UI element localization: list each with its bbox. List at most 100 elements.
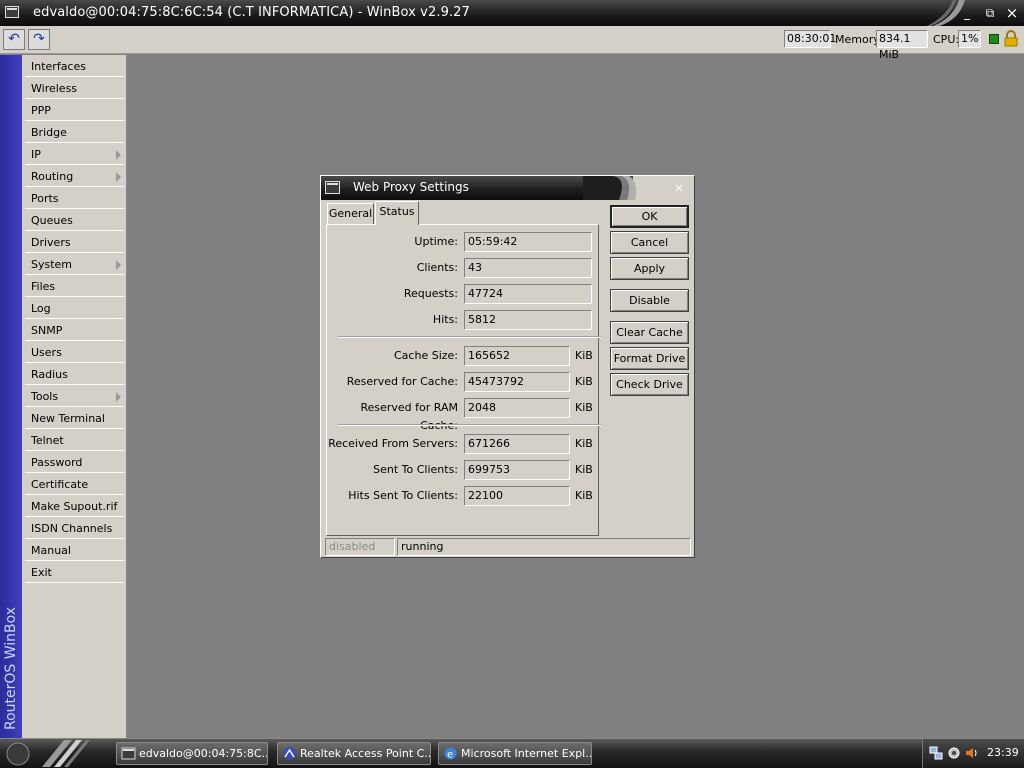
sidebar-item-ppp[interactable]: PPP — [25, 101, 124, 121]
network-connections-icon[interactable] — [929, 746, 943, 760]
hits-sent-label: Hits Sent To Clients: — [348, 489, 458, 502]
sidebar-item-telnet[interactable]: Telnet — [25, 431, 124, 451]
sidebar-item-label: IP — [31, 148, 41, 161]
sidebar-item-make-supout[interactable]: Make Supout.rif — [25, 497, 124, 517]
sidebar-item-label: Tools — [31, 390, 59, 403]
sidebar-item-ip[interactable]: IP — [25, 145, 124, 165]
status-disabled: disabled — [325, 538, 395, 556]
cache-size-field: 165652 — [464, 346, 570, 366]
start-button[interactable] — [2, 740, 94, 767]
clear-cache-button[interactable]: Clear Cache — [610, 321, 689, 344]
sidebar-item-label: Log — [31, 302, 51, 315]
sidebar-item-label: Queues — [31, 214, 73, 227]
sidebar-item-tools[interactable]: Tools — [25, 387, 124, 407]
format-drive-button[interactable]: Format Drive — [610, 347, 689, 370]
received-from-servers-field: 671266 — [464, 434, 570, 454]
winbox-window-icon[interactable] — [5, 6, 19, 18]
sent-to-clients-field: 699753 — [464, 460, 570, 480]
sidebar-item-radius[interactable]: Radius — [25, 365, 124, 385]
ok-button[interactable]: OK — [610, 205, 689, 228]
sidebar-item-users[interactable]: Users — [25, 343, 124, 363]
submenu-arrow-icon — [116, 392, 121, 402]
dialog-swoosh-decoration — [583, 176, 637, 200]
taskbar-item-winbox[interactable]: edvaldo@00:04:75:8C... — [116, 742, 268, 765]
lock-icon — [1004, 30, 1018, 47]
disable-button[interactable]: Disable — [610, 289, 689, 312]
window-titlebar[interactable]: edvaldo@00:04:75:8C:6C:54 (C.T INFORMATI… — [0, 0, 1024, 26]
sidebar-item-label: New Terminal — [31, 412, 105, 425]
sidebar-item-drivers[interactable]: Drivers — [25, 233, 124, 253]
sidebar-item-label: Drivers — [31, 236, 71, 249]
apply-button[interactable]: Apply — [610, 257, 689, 280]
sidebar-item-manual[interactable]: Manual — [25, 541, 124, 561]
check-drive-button[interactable]: Check Drive — [610, 373, 689, 396]
close-window-button[interactable]: × — [1003, 4, 1021, 22]
sidebar-item-new-terminal[interactable]: New Terminal — [25, 409, 124, 429]
volume-icon[interactable] — [965, 746, 979, 760]
clients-field: 43 — [464, 258, 592, 278]
tab-status[interactable]: Status — [375, 201, 419, 225]
separator — [338, 424, 601, 426]
sidebar-item-log[interactable]: Log — [25, 299, 124, 319]
sidebar-item-certificate[interactable]: Certificate — [25, 475, 124, 495]
sidebar-item-queues[interactable]: Queues — [25, 211, 124, 231]
sidebar-item-password[interactable]: Password — [25, 453, 124, 473]
taskbar-item-internet-explorer[interactable]: e Microsoft Internet Expl... — [438, 742, 592, 765]
restore-button[interactable]: ⧉ — [981, 4, 999, 22]
sidebar-item-label: ISDN Channels — [31, 522, 113, 535]
sidebar-item-label: Bridge — [31, 126, 67, 139]
dialog-titlebar[interactable]: Web Proxy Settings × — [321, 176, 694, 200]
taskbar: edvaldo@00:04:75:8C... Realtek Access Po… — [0, 738, 1024, 768]
web-proxy-settings-dialog: Web Proxy Settings × General Status Upti… — [320, 175, 695, 558]
redo-button[interactable]: ↷ — [28, 29, 50, 50]
dialog-window-icon — [325, 181, 340, 194]
status-panel: Uptime: 05:59:42 Clients: 43 Requests: 4… — [326, 224, 601, 536]
separator — [338, 336, 601, 338]
taskbar-item-label: edvaldo@00:04:75:8C... — [139, 747, 268, 760]
sidebar-item-ports[interactable]: Ports — [25, 189, 124, 209]
tab-general[interactable]: General — [327, 203, 374, 224]
settings-tray-icon[interactable] — [947, 746, 961, 760]
memory-value: 834.1 MiB — [876, 30, 928, 61]
sidebar-item-label: Certificate — [31, 478, 89, 491]
sidebar-item-interfaces[interactable]: Interfaces — [25, 57, 124, 77]
sidebar-item-system[interactable]: System — [25, 255, 124, 275]
dialog-close-button[interactable]: × — [671, 180, 687, 196]
reserved-ram-unit: KiB — [575, 401, 593, 414]
minimize-button[interactable]: _ — [958, 4, 976, 22]
cancel-button[interactable]: Cancel — [610, 231, 689, 254]
cache-size-label: Cache Size: — [394, 349, 458, 362]
submenu-arrow-icon — [116, 150, 121, 160]
received-from-servers-unit: KiB — [575, 437, 593, 450]
uptime-field: 05:59:42 — [464, 232, 592, 252]
sidebar-item-isdn-channels[interactable]: ISDN Channels — [25, 519, 124, 539]
dialog-title: Web Proxy Settings — [353, 180, 469, 194]
sidebar-item-label: Routing — [31, 170, 74, 183]
sidebar-item-snmp[interactable]: SNMP — [25, 321, 124, 341]
reserved-cache-field: 45473792 — [464, 372, 570, 392]
sidebar-item-exit[interactable]: Exit — [25, 563, 124, 583]
sidebar-item-routing[interactable]: Routing — [25, 167, 124, 187]
hits-field: 5812 — [464, 310, 592, 330]
sidebar-item-label: SNMP — [31, 324, 63, 337]
undo-button[interactable]: ↶ — [3, 29, 25, 50]
sidebar-item-wireless[interactable]: Wireless — [25, 79, 124, 99]
status-running: running — [397, 538, 691, 556]
sidebar-item-label: Password — [31, 456, 83, 469]
status-led-icon — [989, 34, 999, 44]
reserved-cache-label: Reserved for Cache: — [346, 375, 458, 388]
sidebar-item-label: Interfaces — [31, 60, 86, 73]
sidebar-item-label: Wireless — [31, 82, 78, 95]
received-from-servers-label: Received From Servers: — [328, 437, 458, 450]
taskbar-item-realtek[interactable]: Realtek Access Point C... — [277, 742, 431, 765]
taskbar-item-label: Realtek Access Point C... — [300, 747, 431, 760]
uptime-label: Uptime: — [414, 235, 458, 248]
sidebar-item-files[interactable]: Files — [25, 277, 124, 297]
hits-sent-unit: KiB — [575, 489, 593, 502]
sidebar-item-bridge[interactable]: Bridge — [25, 123, 124, 143]
sidebar-menu: Interfaces Wireless PPP Bridge IP Routin… — [22, 55, 127, 738]
sidebar-item-label: Make Supout.rif — [31, 500, 118, 513]
reserved-ram-label: Reserved for RAM Cache: — [360, 401, 458, 432]
sidebar-item-label: Exit — [31, 566, 52, 579]
hits-label: Hits: — [432, 313, 458, 326]
